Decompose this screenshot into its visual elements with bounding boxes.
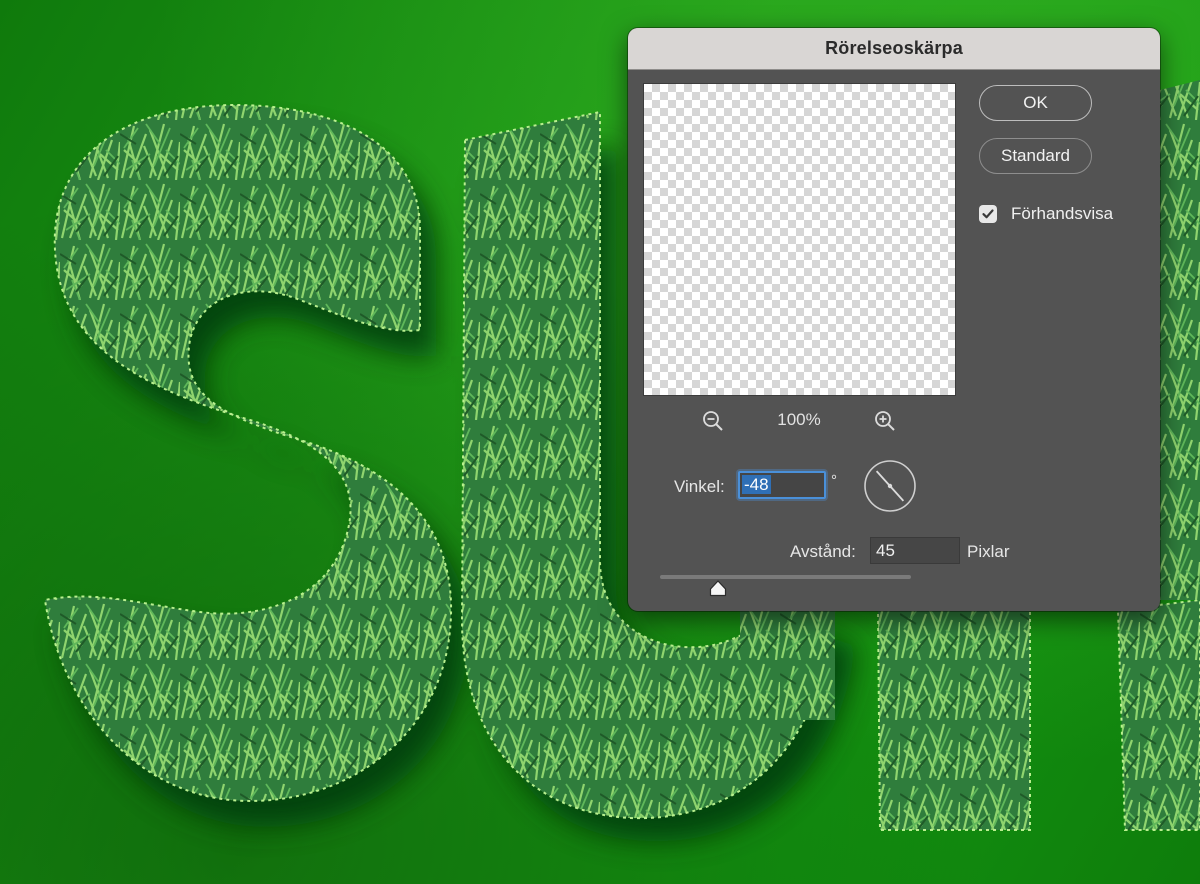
- preview-area[interactable]: [643, 83, 956, 396]
- distance-label: Avstånd:: [790, 542, 856, 561]
- preview-checkbox[interactable]: Förhandsvisa: [979, 204, 1113, 224]
- degree-symbol: °: [831, 472, 837, 489]
- dialog-title: Rörelseoskärpa: [628, 28, 1160, 70]
- preview-zoom-controls: 100%: [644, 406, 955, 436]
- distance-unit: Pixlar: [967, 542, 1010, 561]
- magnifier-minus-icon[interactable]: [700, 408, 726, 434]
- distance-slider-track[interactable]: [660, 575, 911, 579]
- letter-right-edge: [1160, 80, 1200, 600]
- distance-input[interactable]: 45: [870, 537, 960, 564]
- letter-m-right: [1116, 598, 1200, 831]
- angle-value: -48: [742, 475, 771, 494]
- magnifier-plus-icon[interactable]: [872, 408, 898, 434]
- letter-m: [876, 609, 1031, 831]
- letter-s: [43, 103, 453, 802]
- angle-input[interactable]: -48: [738, 471, 826, 499]
- preview-checkbox-label: Förhandsvisa: [1011, 204, 1114, 223]
- angle-label: Vinkel:: [674, 477, 725, 496]
- zoom-level: 100%: [777, 410, 821, 429]
- letter-u-right-stem: [740, 600, 835, 720]
- checkmark-icon[interactable]: [979, 205, 997, 223]
- slider-thumb-icon[interactable]: [709, 580, 727, 597]
- angle-dial-icon[interactable]: [863, 459, 917, 513]
- ok-button[interactable]: OK: [979, 85, 1092, 121]
- motion-blur-dialog: Rörelseoskärpa 100% OK Standard Förhands…: [628, 28, 1160, 611]
- default-button[interactable]: Standard: [979, 138, 1092, 174]
